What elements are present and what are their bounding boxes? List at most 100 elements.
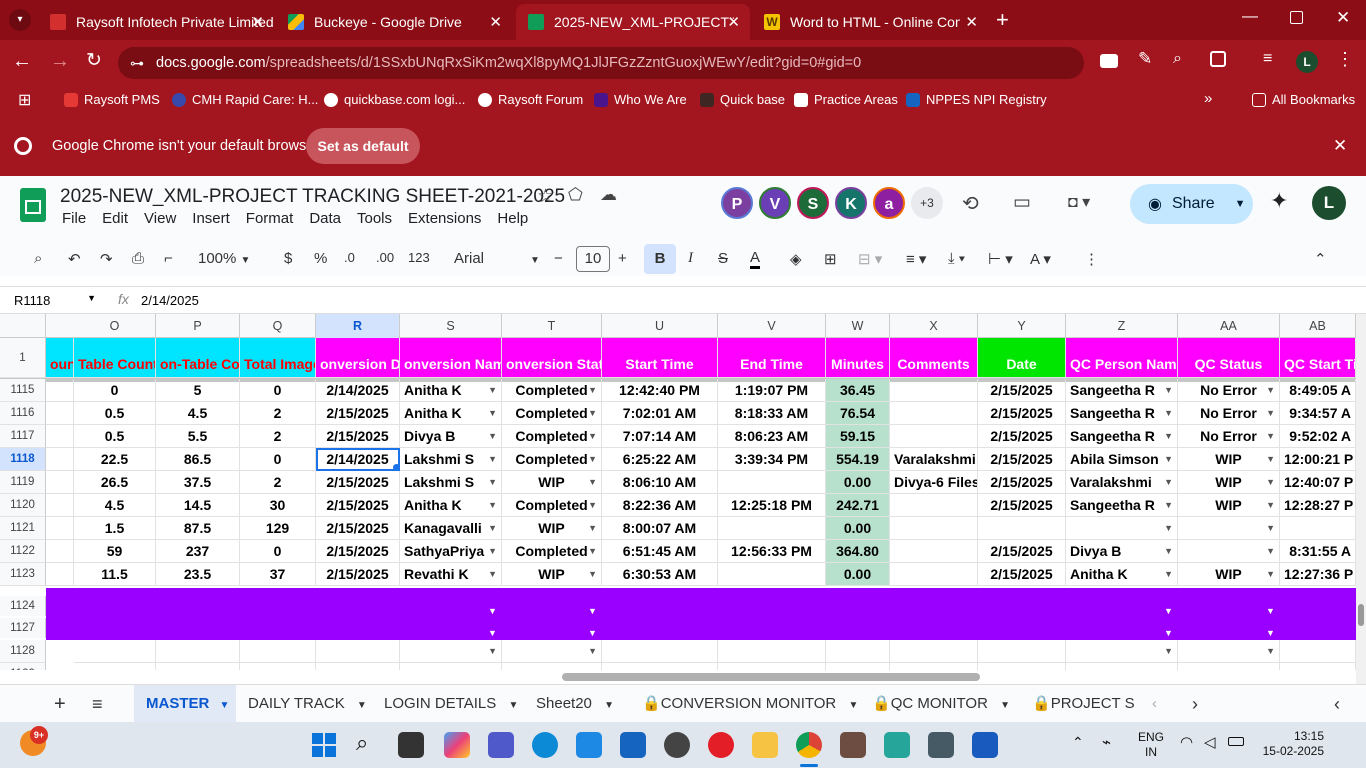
grid-cell[interactable]	[316, 663, 400, 670]
header-cell[interactable]: Minutes	[826, 338, 890, 378]
grid-cell[interactable]	[46, 379, 74, 402]
grid-cell[interactable]: 2/15/2025	[316, 402, 400, 425]
grid-cell[interactable]: Kanagavalli ▼	[400, 517, 502, 540]
grid-cell[interactable]: 9:52:02 A	[1280, 425, 1356, 448]
all-bookmarks[interactable]: All Bookmarks	[1252, 92, 1355, 107]
dropdown-arrow-icon[interactable]: ▼	[488, 663, 497, 670]
volume-icon[interactable]: ◁	[1204, 733, 1216, 751]
row-header[interactable]: 1117	[0, 425, 46, 448]
dropdown-arrow-icon[interactable]: ▼	[1164, 663, 1173, 670]
dropdown-arrow-icon[interactable]: ▼	[588, 425, 597, 447]
menu-edit[interactable]: Edit	[102, 210, 128, 227]
bookmark-8[interactable]: NPPES NPI Registry	[906, 92, 1047, 107]
grid-cell[interactable]	[890, 563, 978, 586]
grid-cell[interactable]: 36.45	[826, 379, 890, 402]
grid-cell[interactable]: No Error ▼	[1178, 379, 1280, 402]
forward-icon[interactable]: →	[50, 50, 70, 73]
header-cell[interactable]: onversion Statu	[502, 338, 602, 378]
dropdown-arrow-icon[interactable]: ▼	[588, 494, 597, 516]
grid-cell[interactable]	[718, 640, 826, 663]
header-cell[interactable]: Start Time	[602, 338, 718, 378]
row-header[interactable]: 1119	[0, 471, 46, 494]
grid-cell[interactable]: ▼	[1066, 517, 1178, 540]
search-menus-icon[interactable]: ⌕	[34, 250, 42, 267]
battery-icon[interactable]	[1228, 737, 1244, 746]
grid-cell[interactable]: 30	[240, 494, 316, 517]
grid-cell[interactable]: 0	[74, 379, 156, 402]
grid-cell[interactable]: 3:39:34 PM	[718, 448, 826, 471]
column-header[interactable]: Y	[978, 314, 1066, 338]
text-wrap-icon[interactable]: ⊢ ▾	[988, 250, 1013, 268]
minimize-icon[interactable]: —	[1242, 8, 1258, 26]
column-header[interactable]: O	[74, 314, 156, 338]
grid-cell[interactable]: Completed ▼	[502, 540, 602, 563]
grid-cell[interactable]: WIP ▼	[1178, 563, 1280, 586]
grid-cell[interactable]: 26.5	[74, 471, 156, 494]
grid-cell[interactable]	[46, 402, 74, 425]
dropdown-arrow-icon[interactable]: ▼	[588, 448, 597, 470]
text-color-button[interactable]: A	[750, 250, 761, 269]
app-icon[interactable]	[620, 732, 646, 758]
document-title[interactable]: 2025-NEW_XML-PROJECT TRACKING SHEET-2021…	[60, 186, 565, 208]
meet-icon[interactable]: ◘ ▾	[1068, 192, 1090, 212]
grid-cell[interactable]	[156, 663, 240, 670]
header-cell[interactable]: QC Start Tim	[1280, 338, 1356, 378]
grid-cell[interactable]: Divya B ▼	[400, 425, 502, 448]
grid-cell[interactable]: Sangeetha R ▼	[1066, 402, 1178, 425]
dropdown-arrow-icon[interactable]: ▼	[588, 471, 597, 493]
grid-cell[interactable]: 4.5	[156, 402, 240, 425]
grid-cell[interactable]	[890, 425, 978, 448]
align-vertical-icon[interactable]: ⤓ ▾	[948, 250, 965, 267]
grid-cell[interactable]: 2/15/2025	[978, 494, 1066, 517]
bookmark-2[interactable]: CMH Rapid Care: H...	[172, 92, 318, 107]
dropdown-arrow-icon[interactable]: ▼	[588, 606, 597, 616]
sheets-logo-icon[interactable]	[20, 188, 46, 222]
grid-cell[interactable]: Completed ▼	[502, 494, 602, 517]
text-rotation-icon[interactable]: A ▾	[1030, 250, 1051, 268]
copilot-icon[interactable]	[444, 732, 470, 758]
font-select[interactable]: Arial ▼	[454, 250, 540, 267]
teams-icon[interactable]	[488, 732, 514, 758]
paint-format-icon[interactable]: ⌐	[164, 250, 173, 267]
grid-cell[interactable]: ▼	[1178, 540, 1280, 563]
grid-cell[interactable]: Lakshmi S ▼	[400, 448, 502, 471]
header-cell[interactable]: Table Count	[74, 338, 156, 378]
browser-tab-4[interactable]: W Word to HTML - Online Conver ✕	[752, 4, 988, 40]
grid-cell[interactable]: 8:06:10 AM	[602, 471, 718, 494]
grid-cell[interactable]: Anitha K ▼	[1066, 563, 1178, 586]
dropdown-arrow-icon[interactable]: ▼	[1164, 471, 1173, 493]
sheet-tab-sheet20[interactable]: Sheet20 ▼	[536, 685, 614, 723]
grid-cell[interactable]: 0.00	[826, 517, 890, 540]
history-icon[interactable]: ⟲	[962, 191, 979, 216]
add-sheet-icon[interactable]: +	[54, 685, 66, 723]
dropdown-arrow-icon[interactable]: ▼	[488, 563, 497, 585]
grid-cell[interactable]	[718, 517, 826, 540]
dropdown-arrow-icon[interactable]: ▼	[1266, 606, 1275, 616]
borders-icon[interactable]: ⊞	[824, 250, 837, 268]
strikethrough-button[interactable]: S	[718, 250, 728, 267]
grid-cell[interactable]: 14.5	[156, 494, 240, 517]
browser-tab-1[interactable]: Raysoft Infotech Private Limited ✕	[38, 4, 274, 40]
dropdown-arrow-icon[interactable]: ▼	[1164, 563, 1173, 585]
italic-button[interactable]: I	[688, 250, 693, 267]
font-size-input[interactable]: 10	[576, 246, 610, 272]
grid-cell[interactable]: Varalakshmi	[890, 448, 978, 471]
scroll-tabs-left-icon[interactable]: ‹	[1152, 685, 1157, 723]
close-tab-icon[interactable]: ✕	[965, 13, 978, 31]
language-indicator[interactable]: ENG IN	[1138, 730, 1164, 760]
dropdown-arrow-icon[interactable]: ▼	[1266, 640, 1275, 662]
grid-cell[interactable]	[978, 640, 1066, 663]
grid-cell[interactable]: 6:25:22 AM	[602, 448, 718, 471]
dropdown-arrow-icon[interactable]: ▼	[1266, 471, 1275, 493]
dell-icon[interactable]	[664, 732, 690, 758]
grid-cell[interactable]: Completed ▼	[502, 402, 602, 425]
header-cell[interactable]: onversion Nam	[400, 338, 502, 378]
collapse-toolbar-icon[interactable]: ⌃	[1314, 250, 1327, 268]
url-input[interactable]: ⊶ docs.google.com/spreadsheets/d/1SSxbUN…	[118, 47, 1084, 79]
grid-cell[interactable]: ▼	[502, 640, 602, 663]
grid-cell[interactable]: 9:34:57 A	[1280, 402, 1356, 425]
edge-icon[interactable]	[532, 732, 558, 758]
bookmark-6[interactable]: Quick base	[700, 92, 785, 107]
chrome-menu-icon[interactable]: ⋮	[1336, 49, 1354, 70]
column-header[interactable]: Z	[1066, 314, 1178, 338]
